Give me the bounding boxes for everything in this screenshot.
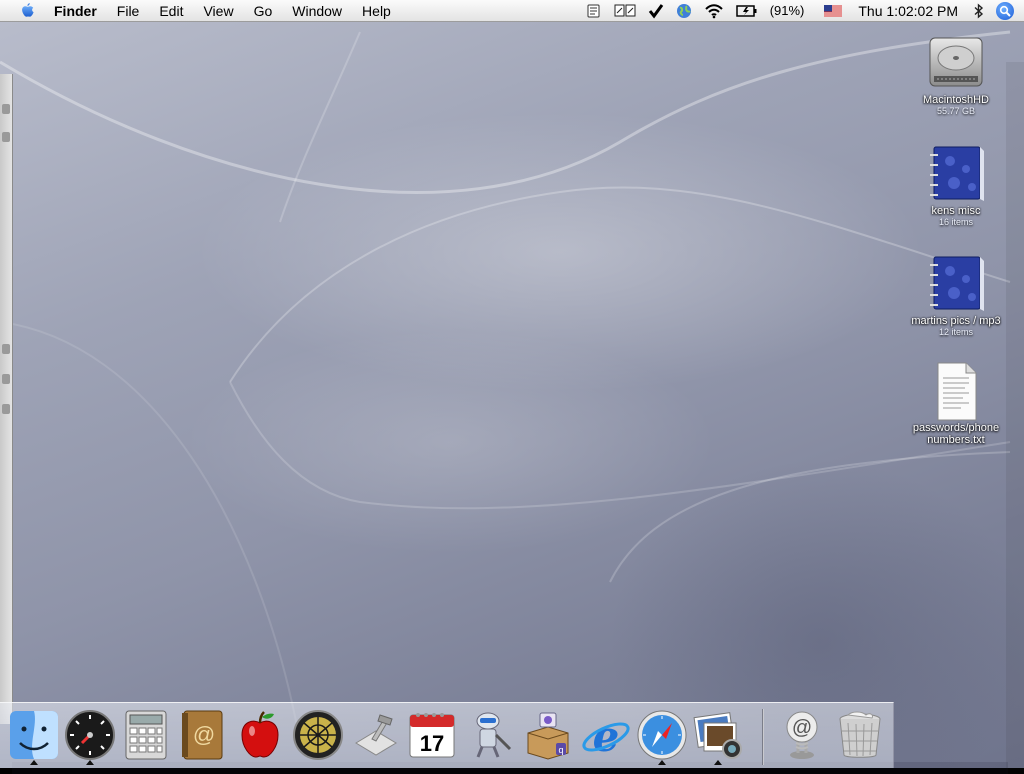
svg-text:q: q [558,745,563,755]
running-indicator [714,760,722,765]
window-edge-nub [2,104,10,114]
menu-file[interactable]: File [107,0,150,22]
dock: @ 17 q e @ [0,702,894,768]
desktop-icon-sublabel: 12 items [938,327,973,337]
dock-developer-tool[interactable] [348,707,404,763]
desktop-icon-passwords-txt[interactable]: passwords/phone numbers.txt [901,360,1011,446]
desktop-icon-label: MacintoshHD [922,94,990,106]
battery-percent[interactable]: (91%) [770,3,805,18]
hard-drive-icon [929,37,983,87]
menu-window[interactable]: Window [282,0,352,22]
globe-grid-icon [293,710,343,760]
automator-robot-icon [476,712,512,758]
dock-trash[interactable] [832,707,888,763]
hammer-tool-icon [355,714,397,756]
calendar-icon: 17 [409,713,455,758]
window-edge-nub [2,404,10,414]
trash-icon [839,711,881,758]
desktop-icon-sublabel: 16 items [938,217,973,227]
window-edge-nub [2,374,10,384]
spotlight-icon[interactable] [996,1,1014,20]
svg-text:e: e [593,712,620,761]
desktop-icon-sublabel: 55.77 GB [936,106,976,116]
desktop-icon-kens-misc[interactable]: kens misc 16 items [901,143,1011,228]
menu-view[interactable]: View [193,0,243,22]
desktop-icon-label: kens misc [931,205,981,217]
red-apple-icon [241,711,279,758]
calculator-icon [125,710,167,760]
dock-address-book[interactable]: @ [174,707,230,763]
menu-extras: (91%) Thu 1:02:02 PM [580,0,1024,22]
running-indicator [86,760,94,765]
battery-icon[interactable] [735,4,758,18]
menu-go[interactable]: Go [244,0,283,22]
apple-menu-icon[interactable] [16,2,38,20]
notebook-folder-icon [930,256,984,311]
finder-icon [10,711,58,759]
text-document-icon [937,362,977,421]
bluetooth-icon[interactable] [974,2,984,19]
window-edge-nub [2,132,10,142]
display-mirror-icon[interactable] [614,3,636,19]
menu-edit[interactable]: Edit [149,0,193,22]
running-indicator [30,760,38,765]
internet-explorer-icon: e [582,712,630,761]
dock-dashboard[interactable] [62,707,118,765]
wallpaper-swooshes [0,30,1011,743]
dock-internet-explorer[interactable]: e [578,707,634,763]
dock-separator [762,709,764,765]
notebook-folder-icon [930,146,984,201]
wifi-icon[interactable] [704,3,724,19]
checkmark-icon[interactable] [648,3,664,19]
dock-network-utility[interactable] [290,707,346,763]
dashboard-icon [65,710,115,760]
dock-finder[interactable] [6,707,62,765]
dock-safari[interactable] [634,707,690,765]
desktop-icon-macintoshhd[interactable]: MacintoshHD 55.77 GB [901,32,1011,117]
script-menu-icon[interactable] [586,3,602,19]
menu-clock[interactable]: Thu 1:02:02 PM [858,3,958,19]
dock-apple-app[interactable] [232,707,288,763]
left-window-edge [0,74,13,724]
window-edge-nub [2,344,10,354]
package-box-icon: q [527,712,569,760]
dock-iphoto[interactable] [690,707,746,765]
dock-ical[interactable]: 17 [404,707,460,763]
svg-text:@: @ [792,717,812,739]
desktop-icon-label: passwords/phone numbers.txt [912,422,1000,446]
dock-package-box[interactable]: q [520,707,576,763]
us-flag-input-icon[interactable] [824,4,843,17]
safari-compass-icon [637,710,687,760]
dock-calculator[interactable] [118,707,174,763]
address-book-icon: @ [182,710,223,760]
svg-text:@: @ [193,722,215,747]
calendar-date: 17 [420,731,444,756]
dock-automator[interactable] [462,707,518,763]
menu-finder[interactable]: Finder [52,0,107,22]
desktop-icon-martins-pics[interactable]: martins pics / mp3 12 items [901,253,1011,338]
desktop[interactable] [0,22,1024,774]
menu-help[interactable]: Help [352,0,401,22]
desktop-icon-label: martins pics / mp3 [911,315,1001,327]
dock-mail-at[interactable]: @ [774,707,830,763]
menu-bar: Finder File Edit View Go Window Help (91… [0,0,1024,22]
globe-icon[interactable] [676,3,692,19]
at-sign-icon: @ [786,711,818,759]
iphoto-icon [693,712,742,759]
running-indicator [658,760,666,765]
